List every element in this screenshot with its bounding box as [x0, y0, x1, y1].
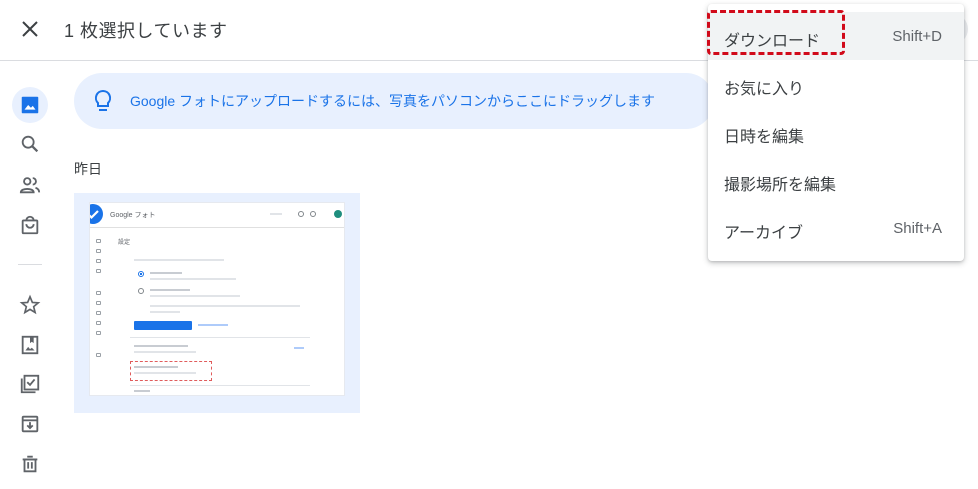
selected-photo[interactable]: Google フォト 設定 [74, 193, 360, 413]
photos-app: 1 枚選択しています Google フォトにアップロードするには、写真をパソコン… [0, 0, 978, 489]
sidebar [0, 61, 62, 489]
date-group-label: 昨日 [74, 161, 102, 177]
menu-item-shortcut: Shift+D [892, 28, 942, 45]
photo-thumbnail: Google フォト 設定 [90, 203, 344, 395]
photo-actions-menu: ダウンロード Shift+D お気に入り 日時を編集 撮影場所を編集 アーカイブ… [708, 4, 964, 261]
menu-item-favorite[interactable]: お気に入り [708, 60, 964, 108]
menu-item-label: 撮影場所を編集 [724, 177, 837, 194]
search-icon[interactable] [12, 126, 48, 162]
menu-item-archive[interactable]: アーカイブ Shift+A [708, 204, 964, 252]
shopping-bag-icon[interactable] [12, 207, 48, 243]
menu-item-shortcut: Shift+A [893, 220, 942, 237]
menu-item-label: お気に入り [724, 81, 805, 98]
menu-item-edit-location[interactable]: 撮影場所を編集 [708, 156, 964, 204]
menu-item-label: ダウンロード [724, 33, 821, 50]
utilities-icon[interactable] [12, 366, 48, 402]
thumbnail-heading: 設定 [118, 240, 131, 246]
close-icon[interactable] [18, 17, 42, 41]
menu-item-label: 日時を編集 [724, 129, 805, 146]
thumbnail-icon [298, 211, 304, 217]
upload-hint-text: Google フォトにアップロードするには、写真をパソコンからここにドラッグしま… [130, 93, 656, 109]
archive-icon[interactable] [12, 406, 48, 442]
selected-check-icon[interactable] [90, 203, 104, 225]
sidebar-divider [18, 264, 42, 265]
thumbnail-app-name: Google フォト [110, 212, 156, 219]
album-icon[interactable] [12, 327, 48, 363]
menu-item-label: アーカイブ [724, 225, 804, 242]
photos-icon[interactable] [12, 87, 48, 123]
menu-item-edit-date[interactable]: 日時を編集 [708, 108, 964, 156]
menu-item-download[interactable]: ダウンロード Shift+D [708, 12, 964, 60]
trash-icon[interactable] [12, 446, 48, 482]
star-icon[interactable] [12, 287, 48, 323]
lightbulb-icon [94, 89, 112, 111]
upload-hint-banner: Google フォトにアップロードするには、写真をパソコンからここにドラッグしま… [74, 73, 714, 129]
selection-count-title: 1 枚選択しています [64, 21, 228, 41]
people-icon[interactable] [12, 167, 48, 203]
